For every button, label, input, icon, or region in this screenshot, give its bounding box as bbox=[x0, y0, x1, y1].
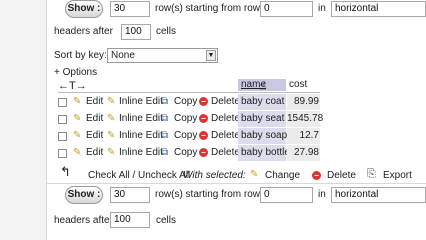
rows-count-input[interactable]: 30 bbox=[110, 1, 150, 17]
cell-cost[interactable]: 12.7 bbox=[287, 128, 320, 144]
check-all-link[interactable]: Check All / Uncheck All bbox=[88, 170, 190, 182]
copy-icon: ⧉ bbox=[161, 96, 169, 107]
cell-name[interactable]: baby seat bbox=[238, 111, 286, 127]
show-button[interactable]: Show : bbox=[65, 186, 103, 204]
row-checkbox[interactable] bbox=[58, 149, 67, 158]
inline-edit-icon: ✎ bbox=[107, 130, 116, 141]
row-checkbox[interactable] bbox=[58, 115, 67, 124]
arrow-up-corner-icon: ↰ bbox=[60, 164, 71, 179]
delete-icon: − bbox=[199, 148, 208, 157]
inline-edit-link[interactable]: Inline Edit bbox=[119, 96, 163, 108]
edit-link[interactable]: Edit bbox=[86, 130, 103, 142]
export-button[interactable]: Export bbox=[383, 170, 412, 182]
start-row-input[interactable]: 0 bbox=[260, 187, 313, 203]
delete-icon: − bbox=[199, 131, 208, 140]
header-underline bbox=[58, 92, 320, 93]
copy-link[interactable]: Copy bbox=[174, 113, 197, 125]
delete-icon: − bbox=[199, 97, 208, 106]
row-checkbox[interactable] bbox=[58, 132, 67, 141]
pencil-icon: ✎ bbox=[73, 130, 82, 141]
copy-link[interactable]: Copy bbox=[174, 96, 197, 108]
cells-label: cells bbox=[156, 215, 177, 226]
sort-by-key-label: Sort by key: bbox=[54, 50, 107, 61]
cells-label: cells bbox=[156, 26, 177, 37]
in-label: in bbox=[318, 3, 326, 14]
hand-cursor-icon: ☝ bbox=[259, 79, 267, 93]
display-mode-select[interactable]: horizontal bbox=[331, 187, 426, 203]
inline-edit-link[interactable]: Inline Edit bbox=[119, 113, 163, 125]
inline-edit-link[interactable]: Inline Edit bbox=[119, 147, 163, 159]
inline-edit-icon: ✎ bbox=[107, 113, 116, 124]
cell-cost[interactable]: 89.99 bbox=[287, 94, 320, 110]
cell-cost[interactable]: 27.98 bbox=[287, 145, 320, 161]
delete-icon: − bbox=[312, 171, 321, 180]
edit-link[interactable]: Edit bbox=[86, 147, 103, 159]
with-selected-label: With selected: bbox=[183, 170, 246, 181]
column-arrows-icon[interactable]: ←T→ bbox=[58, 80, 87, 92]
headers-after-label: headers after bbox=[54, 26, 113, 37]
cell-name[interactable]: baby coat bbox=[238, 94, 286, 110]
copy-icon: ⧉ bbox=[161, 130, 169, 141]
start-row-input[interactable]: 0 bbox=[260, 1, 313, 17]
options-toggle[interactable]: + Options bbox=[54, 67, 97, 79]
row-checkbox[interactable] bbox=[58, 98, 67, 107]
sort-by-key-value: None bbox=[111, 50, 135, 61]
edit-link[interactable]: Edit bbox=[86, 113, 103, 125]
inline-edit-icon: ✎ bbox=[107, 96, 116, 107]
export-icon: ⎘ bbox=[367, 168, 376, 180]
change-button[interactable]: Change bbox=[265, 170, 300, 182]
cell-name[interactable]: baby bottle bbox=[238, 145, 290, 161]
pencil-icon: ✎ bbox=[250, 169, 259, 180]
delete-link[interactable]: Delete bbox=[211, 96, 240, 108]
delete-link[interactable]: Delete bbox=[211, 147, 240, 159]
pencil-icon: ✎ bbox=[73, 147, 82, 158]
copy-icon: ⧉ bbox=[161, 113, 169, 124]
divider bbox=[46, 183, 426, 184]
pencil-icon: ✎ bbox=[73, 96, 82, 107]
copy-link[interactable]: Copy bbox=[174, 130, 197, 142]
rows-starting-label: row(s) starting from row # bbox=[155, 3, 269, 14]
headers-after-input[interactable]: 100 bbox=[121, 24, 151, 40]
rows-starting-label: row(s) starting from row # bbox=[155, 189, 269, 200]
inline-edit-link[interactable]: Inline Edit bbox=[119, 130, 163, 142]
delete-link[interactable]: Delete bbox=[211, 130, 240, 142]
edit-link[interactable]: Edit bbox=[86, 96, 103, 108]
copy-icon: ⧉ bbox=[161, 147, 169, 158]
left-panel-strip bbox=[0, 0, 47, 240]
rows-count-input[interactable]: 30 bbox=[110, 187, 150, 203]
chevron-down-icon[interactable]: ▼ bbox=[206, 50, 216, 61]
delete-icon: − bbox=[199, 114, 208, 123]
delete-selected-button[interactable]: Delete bbox=[327, 170, 356, 182]
copy-link[interactable]: Copy bbox=[174, 147, 197, 159]
cell-cost[interactable]: 1545.78 bbox=[287, 111, 323, 127]
show-button[interactable]: Show : bbox=[65, 0, 103, 18]
pencil-icon: ✎ bbox=[73, 113, 82, 124]
cell-name[interactable]: baby soap bbox=[238, 128, 287, 144]
inline-edit-icon: ✎ bbox=[107, 147, 116, 158]
sort-by-key-select[interactable]: None ▼ bbox=[107, 48, 218, 63]
in-label: in bbox=[318, 189, 326, 200]
delete-link[interactable]: Delete bbox=[211, 113, 240, 125]
column-header-cost[interactable]: cost bbox=[289, 79, 307, 91]
headers-after-label: headers after bbox=[54, 215, 113, 226]
headers-after-input[interactable]: 100 bbox=[110, 212, 150, 228]
display-mode-select[interactable]: horizontal bbox=[331, 1, 426, 17]
